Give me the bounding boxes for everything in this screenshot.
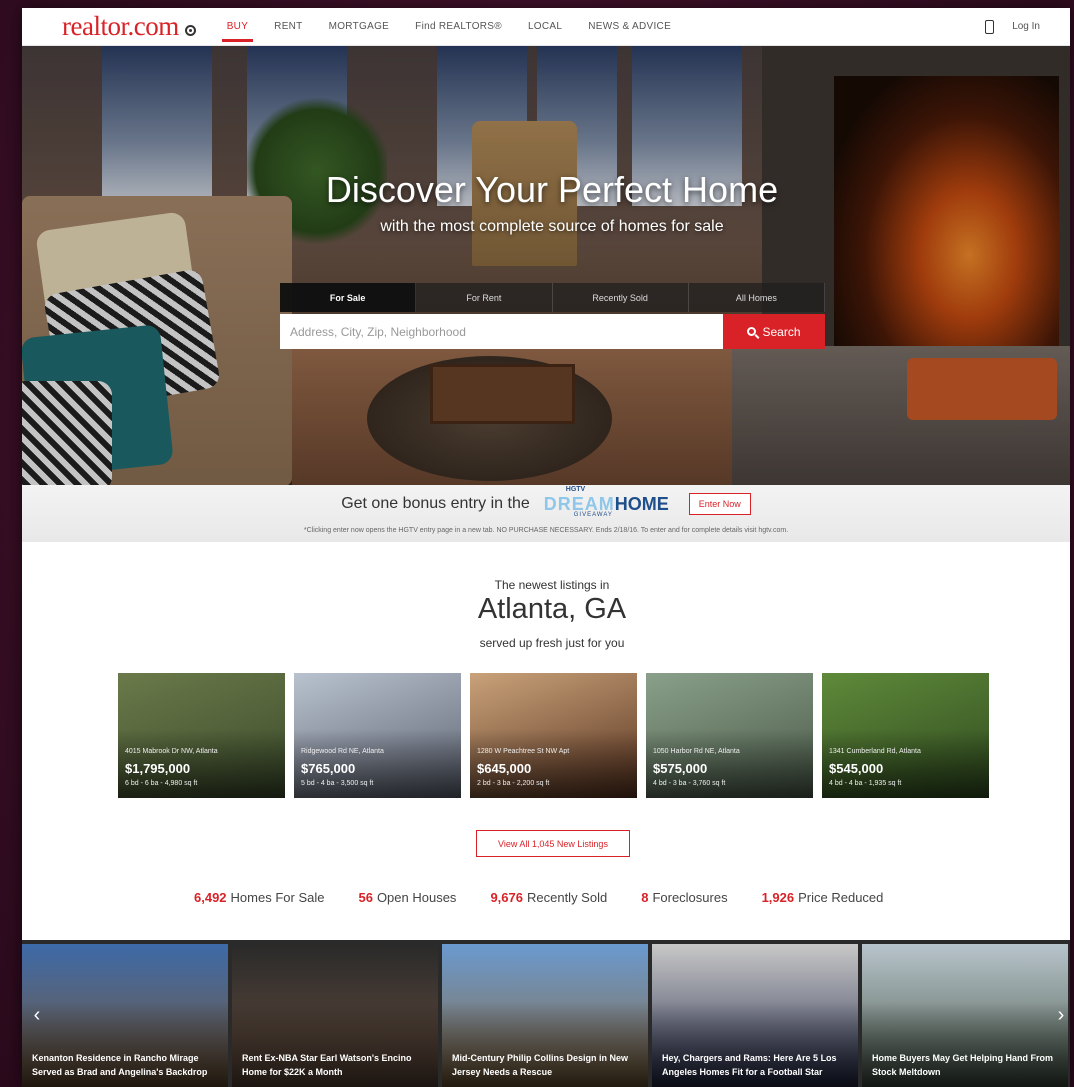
logo-mark-icon: [184, 25, 196, 36]
listing-price: $545,000: [829, 761, 884, 776]
listing-specs: 4 bd - 3 ba - 3,760 sq ft: [653, 780, 726, 787]
listing-price: $645,000: [477, 761, 532, 776]
stat-number: 56: [358, 890, 373, 905]
giveaway-logo-text: GIVEAWAY: [573, 511, 613, 518]
news-card[interactable]: Rent Ex-NBA Star Earl Watson's Encino Ho…: [232, 944, 438, 1087]
hgtv-logo-text: HGTV: [565, 485, 586, 493]
nav-rent[interactable]: RENT: [261, 8, 315, 46]
market-stats: 6,492 Homes For Sale 56 Open Houses 9,676 R…: [194, 890, 883, 905]
stat-label: Recently Sold: [526, 890, 608, 905]
view-all-listings-button[interactable]: View All 1,045 New Listings: [476, 830, 630, 857]
search-button-label: Search: [762, 324, 801, 339]
listing-card[interactable]: 1050 Harbor Rd NE, Atlanta $575,000 4 bd…: [646, 673, 813, 798]
nav-links: BUY RENT MORTGAGE Find REALTORS® LOCAL N…: [214, 8, 684, 46]
promo-line: Get one bonus entry in the HGTV DREAM HO…: [22, 486, 1070, 518]
stat-foreclosures[interactable]: 8 Foreclosures: [641, 890, 727, 905]
news-caption: Home Buyers May Get Helping Hand From St…: [872, 1053, 1054, 1077]
logo-text: realtor.com: [62, 11, 179, 41]
search-bar: Search: [280, 314, 825, 349]
enter-now-button[interactable]: Enter Now: [688, 493, 751, 515]
search-tabs: For Sale For Rent Recently Sold All Home…: [280, 283, 825, 312]
top-nav: realtor.com BUY RENT MORTGAGE Find REALT…: [22, 8, 1070, 46]
newest-subtitle: served up fresh just for you: [479, 636, 625, 650]
tab-all-homes[interactable]: All Homes: [689, 283, 825, 312]
stat-label: Homes For Sale: [230, 890, 325, 905]
search-input[interactable]: [280, 314, 723, 349]
promo-banner: Get one bonus entry in the HGTV DREAM HO…: [22, 485, 1070, 542]
nav-buy[interactable]: BUY: [214, 8, 261, 46]
stat-homes-for-sale[interactable]: 6,492 Homes For Sale: [194, 890, 324, 905]
listing-address: 1341 Cumberland Rd, Atlanta: [829, 748, 921, 755]
listing-address: 1280 W Peachtree St NW Apt: [477, 748, 570, 755]
listing-price: $765,000: [301, 761, 356, 776]
tab-recently-sold[interactable]: Recently Sold: [553, 283, 689, 312]
listing-specs: 2 bd - 3 ba - 2,200 sq ft: [477, 780, 550, 787]
news-caption: Rent Ex-NBA Star Earl Watson's Encino Ho…: [242, 1053, 412, 1077]
newest-kicker: The newest listings in: [494, 578, 610, 592]
listing-specs: 4 bd - 4 ba - 1,935 sq ft: [829, 780, 902, 787]
search-icon: [747, 327, 757, 336]
listing-card[interactable]: 1341 Cumberland Rd, Atlanta $545,000 4 b…: [822, 673, 989, 798]
login-link[interactable]: Log In: [1012, 21, 1040, 32]
mobile-phone-icon[interactable]: [985, 19, 995, 34]
news-card[interactable]: Home Buyers May Get Helping Hand From St…: [862, 944, 1068, 1087]
listing-address: 1050 Harbor Rd NE, Atlanta: [653, 748, 740, 755]
stat-open-houses[interactable]: 56 Open Houses: [358, 890, 456, 905]
news-card[interactable]: Mid-Century Philip Collins Design in New…: [442, 944, 648, 1087]
listing-price: $575,000: [653, 761, 708, 776]
realtor-logo[interactable]: realtor.com: [62, 11, 196, 42]
listing-card[interactable]: 1280 W Peachtree St NW Apt $645,000 2 bd…: [470, 673, 637, 798]
news-carousel: Kenanton Residence in Rancho Mirage Serv…: [22, 940, 1070, 1087]
carousel-prev-icon[interactable]: ‹: [28, 1003, 46, 1027]
hero-banner: Discover Your Perfect Home with the most…: [22, 46, 1070, 486]
newest-city[interactable]: Atlanta, GA: [22, 593, 1070, 626]
listing-specs: 6 bd - 6 ba - 4,980 sq ft: [125, 780, 198, 787]
listing-card[interactable]: Ridgewood Rd NE, Atlanta $765,000 5 bd -…: [294, 673, 461, 798]
nav-mortgage[interactable]: MORTGAGE: [316, 8, 403, 46]
listing-address: 4015 Mabrook Dr NW, Atlanta: [125, 748, 218, 755]
carousel-next-icon[interactable]: ›: [1052, 1003, 1070, 1027]
stat-label: Price Reduced: [798, 890, 884, 905]
listing-address: Ridgewood Rd NE, Atlanta: [301, 748, 384, 755]
news-caption: Kenanton Residence in Rancho Mirage Serv…: [32, 1053, 208, 1077]
promo-fine-print: *Clicking enter now opens the HGTV entry…: [303, 527, 789, 534]
news-card[interactable]: Kenanton Residence in Rancho Mirage Serv…: [22, 944, 228, 1087]
dream-home-logo: HGTV DREAM HOME GIVEAWAY: [544, 486, 669, 518]
tab-for-rent[interactable]: For Rent: [416, 283, 553, 312]
listing-specs: 5 bd - 4 ba - 3,500 sq ft: [301, 780, 374, 787]
listing-price: $1,795,000: [125, 761, 191, 776]
nav-right: Log In: [985, 19, 1040, 34]
nav-local[interactable]: LOCAL: [515, 8, 575, 46]
news-caption: Mid-Century Philip Collins Design in New…: [452, 1053, 629, 1077]
stat-number: 8: [641, 890, 649, 905]
listings-row: 4015 Mabrook Dr NW, Atlanta $1,795,000 6…: [118, 673, 989, 798]
stat-number: 6,492: [194, 890, 227, 905]
home-logo-text: HOME: [614, 493, 669, 514]
stat-price-reduced[interactable]: 1,926 Price Reduced: [762, 890, 884, 905]
news-card[interactable]: Hey, Chargers and Rams: Here Are 5 Los A…: [652, 944, 858, 1087]
promo-text: Get one bonus entry in the: [341, 495, 530, 512]
nav-find-realtors[interactable]: Find REALTORS®: [402, 8, 515, 46]
nav-news-advice[interactable]: NEWS & ADVICE: [575, 8, 684, 46]
hero-title: Discover Your Perfect Home: [325, 169, 779, 210]
stat-number: 9,676: [490, 890, 523, 905]
tab-for-sale[interactable]: For Sale: [280, 283, 417, 312]
stat-recently-sold[interactable]: 9,676 Recently Sold: [490, 890, 607, 905]
news-caption: Hey, Chargers and Rams: Here Are 5 Los A…: [662, 1053, 837, 1077]
stat-number: 1,926: [761, 890, 795, 905]
listing-card[interactable]: 4015 Mabrook Dr NW, Atlanta $1,795,000 6…: [118, 673, 285, 798]
browser-page: realtor.com BUY RENT MORTGAGE Find REALT…: [22, 8, 1070, 1087]
stat-label: Open Houses: [376, 890, 457, 905]
hero-subtitle: with the most complete source of homes f…: [380, 218, 724, 235]
search-button[interactable]: Search: [723, 314, 825, 349]
hero-overlay: [22, 46, 1070, 486]
stat-label: Foreclosures: [652, 890, 728, 905]
